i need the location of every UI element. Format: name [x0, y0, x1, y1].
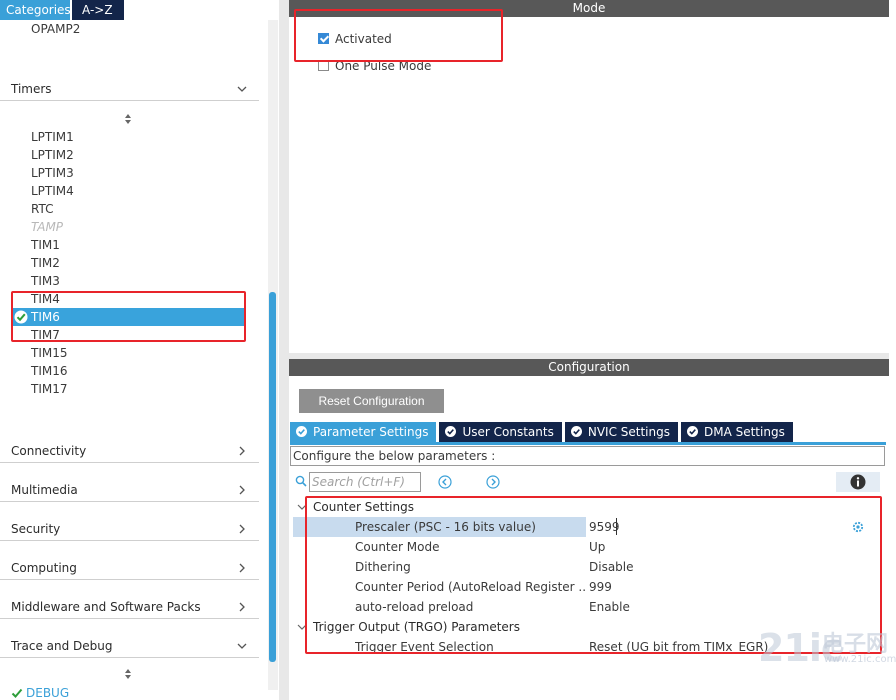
chevron-right-icon [239, 524, 245, 534]
previous-arrow-icon[interactable] [438, 475, 452, 489]
tabs-underline [290, 442, 886, 445]
chevron-right-icon [239, 602, 245, 612]
check-circle-icon [445, 426, 457, 437]
tab-label: DMA Settings [703, 425, 785, 439]
chevron-down-icon [237, 86, 247, 92]
tree-item-tim17[interactable]: TIM17 [31, 380, 68, 398]
tree-item-tim2[interactable]: TIM2 [31, 254, 60, 272]
scrollbar-thumb[interactable] [269, 292, 276, 662]
configuration-header: Configuration [289, 359, 889, 376]
tree-item-label: DEBUG [26, 686, 70, 700]
tab-nvic-settings[interactable]: NVIC Settings [564, 422, 678, 442]
chevron-right-icon [239, 446, 245, 456]
categories-panel: Categories A->Z OPAMP2 Timers LPTIM1 LPT… [0, 0, 280, 700]
section-label: Timers [11, 82, 52, 96]
highlight-box-tim6 [11, 291, 246, 342]
tab-user-constants[interactable]: User Constants [439, 422, 562, 442]
section-label: Middleware and Software Packs [11, 600, 201, 614]
tab-label: NVIC Settings [587, 425, 670, 439]
sort-arrows-icon[interactable] [123, 113, 133, 125]
tab-label: User Constants [462, 425, 554, 439]
tree-item-lptim1[interactable]: LPTIM1 [31, 128, 74, 146]
chevron-down-icon [237, 643, 247, 649]
watermark-url: www.21ic.com [824, 654, 896, 665]
check-circle-icon [296, 426, 307, 437]
tab-dma-settings[interactable]: DMA Settings [680, 422, 793, 442]
tree-item-lptim3[interactable]: LPTIM3 [31, 164, 74, 182]
watermark-logo: 21ic 电子网 www.21ic.com [758, 622, 896, 696]
info-button[interactable] [836, 472, 880, 492]
tree-item-tim3[interactable]: TIM3 [31, 272, 60, 290]
search-input[interactable] [309, 472, 421, 492]
section-security[interactable]: Security [0, 516, 259, 541]
tree-item-tim1[interactable]: TIM1 [31, 236, 60, 254]
section-label: Computing [11, 561, 77, 575]
tree-item-rtc[interactable]: RTC [31, 200, 53, 218]
section-trace-and-debug[interactable]: Trace and Debug [0, 633, 259, 658]
sort-arrows-icon[interactable] [123, 668, 133, 680]
section-computing[interactable]: Computing [0, 555, 259, 580]
section-timers[interactable]: Timers [0, 76, 259, 101]
tree-item-debug[interactable]: DEBUG [11, 684, 69, 700]
panel-splitter[interactable] [279, 0, 289, 700]
tree-item-tim16[interactable]: TIM16 [31, 362, 68, 380]
tab-a-to-z[interactable]: A->Z [72, 0, 124, 20]
category-tabs: Categories A->Z [0, 0, 124, 20]
chevron-right-icon [239, 563, 245, 573]
tab-categories[interactable]: Categories [0, 0, 71, 20]
tree-item-lptim2[interactable]: LPTIM2 [31, 146, 74, 164]
next-arrow-icon[interactable] [486, 475, 500, 489]
highlight-box-activated [294, 9, 503, 62]
tree-item-tim15[interactable]: TIM15 [31, 344, 68, 362]
section-label: Connectivity [11, 444, 87, 458]
check-circle-icon [570, 426, 582, 437]
chevron-right-icon [239, 485, 245, 495]
tab-parameter-settings[interactable]: Parameter Settings [290, 422, 437, 442]
tree-item-tamp: TAMP [31, 220, 64, 234]
configuration-tabs: Parameter Settings User Constants NVIC S… [290, 422, 796, 442]
reset-configuration-button[interactable]: Reset Configuration [299, 389, 444, 413]
section-label: Trace and Debug [11, 639, 113, 653]
section-multimedia[interactable]: Multimedia [0, 477, 259, 502]
section-middleware[interactable]: Middleware and Software Packs [0, 594, 259, 619]
tree-item-opamp2[interactable]: OPAMP2 [31, 20, 80, 38]
search-icon [295, 475, 307, 487]
tab-label: Parameter Settings [313, 425, 429, 439]
section-label: Security [11, 522, 61, 536]
section-connectivity[interactable]: Connectivity [0, 438, 259, 463]
check-icon [11, 688, 23, 698]
tree-item-lptim4[interactable]: LPTIM4 [31, 182, 74, 200]
info-icon [850, 474, 866, 490]
check-circle-icon [686, 426, 698, 437]
configure-instructions: Configure the below parameters : [290, 446, 885, 466]
section-label: Multimedia [11, 483, 78, 497]
